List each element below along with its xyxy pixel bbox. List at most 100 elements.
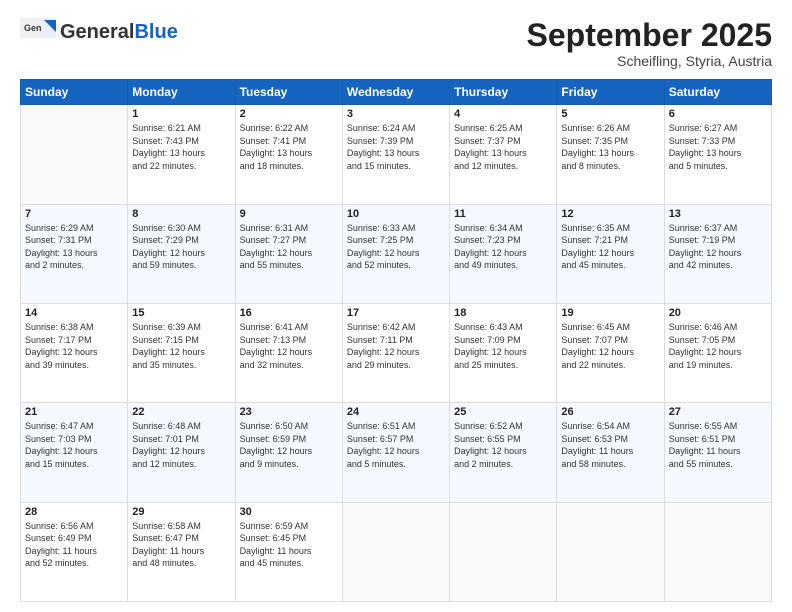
table-row: 2Sunrise: 6:22 AM Sunset: 7:41 PM Daylig… <box>235 105 342 204</box>
col-saturday: Saturday <box>664 80 771 105</box>
calendar-week-row: 14Sunrise: 6:38 AM Sunset: 7:17 PM Dayli… <box>21 303 772 402</box>
table-row: 18 Sunrise: 6:43 AM Sunset: 7:09 PM Dayli… <box>450 303 557 402</box>
day-number: 11 <box>454 208 552 220</box>
page: Gen GeneralBlue September 2025 Scheiflin… <box>0 0 792 612</box>
day-number: 20 <box>669 307 767 319</box>
day-info: Sunrise: 6:29 AM Sunset: 7:31 PM Dayligh… <box>25 222 123 272</box>
table-row: 14Sunrise: 6:38 AM Sunset: 7:17 PM Dayli… <box>21 303 128 402</box>
day-info: Sunrise: 6:31 AM Sunset: 7:27 PM Dayligh… <box>240 222 338 272</box>
day-info: Sunrise: 6:56 AM Sunset: 6:49 PM Dayligh… <box>25 520 123 570</box>
table-row: 24 Sunrise: 6:51 AM Sunset: 6:57 PM Dayli… <box>342 403 449 502</box>
table-row: 30 Sunrise: 6:59 AM Sunset: 6:45 PM Dayli… <box>235 502 342 601</box>
table-row: 19 Sunrise: 6:45 AM Sunset: 7:07 PM Dayli… <box>557 303 664 402</box>
table-row <box>557 502 664 601</box>
day-info: Sunrise: 6:43 AM Sunset: 7:09 PM Dayligh… <box>454 321 552 371</box>
table-row: 17 Sunrise: 6:42 AM Sunset: 7:11 PM Dayli… <box>342 303 449 402</box>
table-row: 8Sunrise: 6:30 AM Sunset: 7:29 PM Daylig… <box>128 204 235 303</box>
table-row: 5Sunrise: 6:26 AM Sunset: 7:35 PM Daylig… <box>557 105 664 204</box>
calendar-header-row: Sunday Monday Tuesday Wednesday Thursday… <box>21 80 772 105</box>
day-number: 23 <box>240 406 338 418</box>
table-row: 28 Sunrise: 6:56 AM Sunset: 6:49 PM Dayli… <box>21 502 128 601</box>
day-number: 9 <box>240 208 338 220</box>
logo-general-text: General <box>60 21 134 43</box>
table-row: 7 Sunrise: 6:29 AM Sunset: 7:31 PM Daylig… <box>21 204 128 303</box>
calendar-week-row: 21 Sunrise: 6:47 AM Sunset: 7:03 PM Dayli… <box>21 403 772 502</box>
day-number: 15 <box>132 307 230 319</box>
col-wednesday: Wednesday <box>342 80 449 105</box>
day-number: 13 <box>669 208 767 220</box>
day-number: 24 <box>347 406 445 418</box>
day-number: 26 <box>561 406 659 418</box>
day-number: 18 <box>454 307 552 319</box>
day-info: Sunrise: 6:52 AM Sunset: 6:55 PM Dayligh… <box>454 420 552 470</box>
day-number: 1 <box>132 108 230 120</box>
table-row <box>450 502 557 601</box>
table-row: 9 Sunrise: 6:31 AM Sunset: 7:27 PM Daylig… <box>235 204 342 303</box>
day-number: 22 <box>132 406 230 418</box>
day-number: 28 <box>25 506 123 518</box>
logo-blue-text: Blue <box>134 21 177 43</box>
day-number: 4 <box>454 108 552 120</box>
calendar-week-row: 1 Sunrise: 6:21 AM Sunset: 7:43 PM Daylig… <box>21 105 772 204</box>
month-title: September 2025 <box>527 18 772 53</box>
location: Scheifling, Styria, Austria <box>527 53 772 69</box>
day-info: Sunrise: 6:58 AM Sunset: 6:47 PM Dayligh… <box>132 520 230 570</box>
day-number: 5 <box>561 108 659 120</box>
table-row <box>21 105 128 204</box>
day-number: 29 <box>132 506 230 518</box>
table-row: 10 Sunrise: 6:33 AM Sunset: 7:25 PM Dayli… <box>342 204 449 303</box>
table-row: 11Sunrise: 6:34 AM Sunset: 7:23 PM Dayli… <box>450 204 557 303</box>
day-info: Sunrise: 6:37 AM Sunset: 7:19 PM Dayligh… <box>669 222 767 272</box>
table-row: 13 Sunrise: 6:37 AM Sunset: 7:19 PM Dayli… <box>664 204 771 303</box>
table-row: 20 Sunrise: 6:46 AM Sunset: 7:05 PM Dayli… <box>664 303 771 402</box>
table-row <box>664 502 771 601</box>
table-row: 29 Sunrise: 6:58 AM Sunset: 6:47 PM Dayli… <box>128 502 235 601</box>
table-row: 25 Sunrise: 6:52 AM Sunset: 6:55 PM Dayli… <box>450 403 557 502</box>
day-number: 12 <box>561 208 659 220</box>
table-row: 1 Sunrise: 6:21 AM Sunset: 7:43 PM Daylig… <box>128 105 235 204</box>
day-info: Sunrise: 6:45 AM Sunset: 7:07 PM Dayligh… <box>561 321 659 371</box>
day-info: Sunrise: 6:50 AM Sunset: 6:59 PM Dayligh… <box>240 420 338 470</box>
day-info: Sunrise: 6:42 AM Sunset: 7:11 PM Dayligh… <box>347 321 445 371</box>
table-row <box>342 502 449 601</box>
calendar-week-row: 7 Sunrise: 6:29 AM Sunset: 7:31 PM Daylig… <box>21 204 772 303</box>
day-info: Sunrise: 6:22 AM Sunset: 7:41 PM Dayligh… <box>240 122 338 172</box>
calendar-week-row: 28 Sunrise: 6:56 AM Sunset: 6:49 PM Dayli… <box>21 502 772 601</box>
table-row: 3Sunrise: 6:24 AM Sunset: 7:39 PM Daylig… <box>342 105 449 204</box>
table-row: 21 Sunrise: 6:47 AM Sunset: 7:03 PM Dayli… <box>21 403 128 502</box>
day-info: Sunrise: 6:25 AM Sunset: 7:37 PM Dayligh… <box>454 122 552 172</box>
col-monday: Monday <box>128 80 235 105</box>
day-number: 25 <box>454 406 552 418</box>
day-number: 17 <box>347 307 445 319</box>
day-info: Sunrise: 6:39 AM Sunset: 7:15 PM Dayligh… <box>132 321 230 371</box>
table-row: 6Sunrise: 6:27 AM Sunset: 7:33 PM Daylig… <box>664 105 771 204</box>
col-tuesday: Tuesday <box>235 80 342 105</box>
day-info: Sunrise: 6:59 AM Sunset: 6:45 PM Dayligh… <box>240 520 338 570</box>
day-info: Sunrise: 6:54 AM Sunset: 6:53 PM Dayligh… <box>561 420 659 470</box>
day-number: 27 <box>669 406 767 418</box>
header: Gen GeneralBlue September 2025 Scheiflin… <box>20 18 772 69</box>
day-info: Sunrise: 6:41 AM Sunset: 7:13 PM Dayligh… <box>240 321 338 371</box>
day-number: 21 <box>25 406 123 418</box>
day-info: Sunrise: 6:46 AM Sunset: 7:05 PM Dayligh… <box>669 321 767 371</box>
day-number: 8 <box>132 208 230 220</box>
day-info: Sunrise: 6:21 AM Sunset: 7:43 PM Dayligh… <box>132 122 230 172</box>
day-number: 7 <box>25 208 123 220</box>
day-info: Sunrise: 6:47 AM Sunset: 7:03 PM Dayligh… <box>25 420 123 470</box>
day-number: 10 <box>347 208 445 220</box>
table-row: 16 Sunrise: 6:41 AM Sunset: 7:13 PM Dayli… <box>235 303 342 402</box>
day-number: 19 <box>561 307 659 319</box>
col-sunday: Sunday <box>21 80 128 105</box>
svg-text:Gen: Gen <box>24 23 42 33</box>
day-info: Sunrise: 6:48 AM Sunset: 7:01 PM Dayligh… <box>132 420 230 470</box>
table-row: 26 Sunrise: 6:54 AM Sunset: 6:53 PM Dayli… <box>557 403 664 502</box>
logo: Gen GeneralBlue <box>20 18 178 46</box>
day-info: Sunrise: 6:33 AM Sunset: 7:25 PM Dayligh… <box>347 222 445 272</box>
table-row: 27Sunrise: 6:55 AM Sunset: 6:51 PM Dayli… <box>664 403 771 502</box>
day-number: 14 <box>25 307 123 319</box>
day-info: Sunrise: 6:51 AM Sunset: 6:57 PM Dayligh… <box>347 420 445 470</box>
day-number: 30 <box>240 506 338 518</box>
day-number: 16 <box>240 307 338 319</box>
table-row: 4 Sunrise: 6:25 AM Sunset: 7:37 PM Daylig… <box>450 105 557 204</box>
day-info: Sunrise: 6:27 AM Sunset: 7:33 PM Dayligh… <box>669 122 767 172</box>
